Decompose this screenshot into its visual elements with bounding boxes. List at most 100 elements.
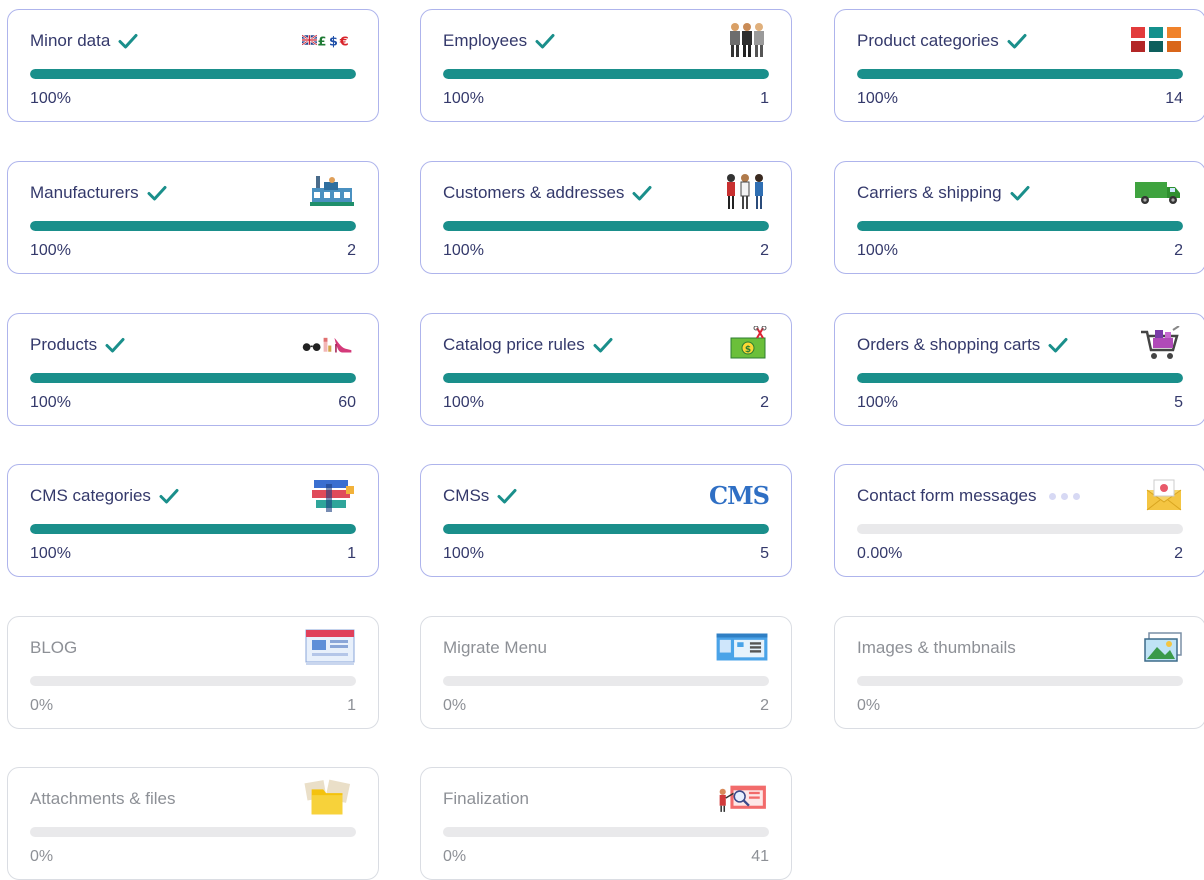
item-count: 5	[1174, 394, 1183, 411]
step-title: Product categories	[857, 31, 1027, 51]
folder-icon	[302, 779, 356, 816]
step-title: Minor data	[30, 31, 138, 51]
step-title-text: Finalization	[443, 789, 529, 808]
truck-icon	[1129, 174, 1183, 210]
item-count: 2	[347, 242, 356, 259]
step-card-orders-and-shopping-carts: Orders & shopping carts 100% 5	[834, 313, 1204, 426]
shopping-cart-icon	[1129, 326, 1183, 362]
progress-fill	[30, 69, 356, 79]
progress-fill	[30, 221, 356, 231]
progress-bar	[443, 827, 769, 837]
checkmark-icon	[1010, 185, 1030, 201]
checkmark-icon	[147, 185, 167, 201]
checkmark-icon	[593, 337, 613, 353]
step-title: Orders & shopping carts	[857, 335, 1068, 355]
checkmark-icon	[1048, 337, 1068, 353]
step-card-carriers-and-shipping: Carriers & shipping 100% 2	[834, 161, 1204, 274]
step-title-text: BLOG	[30, 638, 78, 657]
checkmark-icon	[497, 488, 517, 504]
step-card-customers-and-addresses: Customers & addresses 100% 2	[420, 161, 792, 274]
checkmark-icon	[535, 33, 555, 49]
item-count: 2	[760, 394, 769, 411]
step-title: Catalog price rules	[443, 335, 613, 355]
category-grid-icon	[1129, 22, 1183, 58]
checkmark-icon	[159, 488, 179, 504]
step-title: Manufacturers	[30, 183, 167, 203]
products-icon	[302, 326, 356, 362]
progress-percent: 100%	[30, 394, 71, 411]
step-title: Carriers & shipping	[857, 183, 1030, 203]
item-count: 2	[1174, 545, 1183, 562]
step-card-contact-form-messages: Contact form messages 0.00% 2	[834, 464, 1204, 577]
blog-page-icon	[302, 629, 356, 665]
step-title-text: Employees	[443, 31, 528, 50]
step-card-blog: BLOG 0% 1	[7, 616, 379, 729]
progress-fill	[30, 373, 356, 383]
step-title-text: Customers & addresses	[443, 183, 625, 202]
step-title: BLOG	[30, 638, 77, 658]
progress-percent: 0%	[857, 697, 881, 714]
progress-percent: 100%	[443, 242, 484, 259]
progress-fill	[443, 221, 769, 231]
step-title: Images & thumbnails	[857, 638, 1016, 658]
finalization-icon	[715, 780, 769, 816]
item-count: 1	[347, 545, 356, 562]
progress-fill	[443, 373, 769, 383]
step-card-catalog-price-rules: Catalog price rules $ 100% 2	[420, 313, 792, 426]
progress-bar	[30, 373, 356, 383]
progress-percent: 100%	[857, 242, 898, 259]
step-title: CMS categories	[30, 486, 179, 506]
checkmark-icon	[632, 185, 652, 201]
progress-fill	[443, 69, 769, 79]
step-card-minor-data: Minor data £ $ € 100%	[7, 9, 379, 122]
step-title: Attachments & files	[30, 789, 176, 809]
step-title-text: Manufacturers	[30, 183, 139, 202]
step-card-attachments-and-files: Attachments & files 0%	[7, 767, 379, 880]
svg-text:$: $	[329, 34, 338, 49]
progress-bar	[443, 69, 769, 79]
progress-bar	[443, 676, 769, 686]
progress-fill	[857, 221, 1183, 231]
progress-percent: 100%	[443, 394, 484, 411]
picture-icon	[1129, 629, 1183, 665]
employees-icon	[715, 22, 769, 58]
progress-bar	[857, 524, 1183, 534]
progress-fill	[857, 69, 1183, 79]
step-title: CMSs	[443, 486, 517, 506]
step-title: Employees	[443, 31, 555, 51]
step-card-product-categories: Product categories 100% 14	[834, 9, 1204, 122]
customers-icon	[715, 174, 769, 210]
svg-text:£: £	[318, 34, 327, 49]
step-title: Contact form messages	[857, 486, 1080, 506]
currency-flags-icon: £ $ €	[302, 22, 356, 58]
step-title-text: CMS categories	[30, 486, 151, 505]
step-title-text: Attachments & files	[30, 789, 176, 808]
progress-bar	[857, 221, 1183, 231]
step-title-text: Products	[30, 335, 98, 354]
step-title-text: Images & thumbnails	[857, 638, 1016, 657]
envelope-icon	[1129, 477, 1183, 513]
progress-bar	[30, 524, 356, 534]
progress-bar	[443, 221, 769, 231]
progress-percent: 100%	[30, 242, 71, 259]
step-title-text: Product categories	[857, 31, 999, 50]
progress-bar	[443, 524, 769, 534]
item-count: 2	[760, 697, 769, 714]
item-count: 41	[751, 848, 769, 865]
progress-bar	[857, 676, 1183, 686]
cms-categories-icon	[302, 477, 356, 513]
item-count: 2	[1174, 242, 1183, 259]
progress-bar	[857, 69, 1183, 79]
item-count: 1	[760, 90, 769, 107]
step-title: Customers & addresses	[443, 183, 652, 203]
step-title-text: Carriers & shipping	[857, 183, 1002, 202]
price-tag-icon: $	[715, 326, 769, 362]
step-title: Finalization	[443, 789, 529, 809]
item-count: 2	[760, 242, 769, 259]
step-title-text: CMSs	[443, 486, 490, 505]
menu-window-icon	[715, 629, 769, 665]
step-title-text: Catalog price rules	[443, 335, 585, 354]
step-card-cmss: CMSs CMS 100% 5	[420, 464, 792, 577]
progress-bar	[857, 373, 1183, 383]
step-card-migrate-menu: Migrate Menu 0% 2	[420, 616, 792, 729]
